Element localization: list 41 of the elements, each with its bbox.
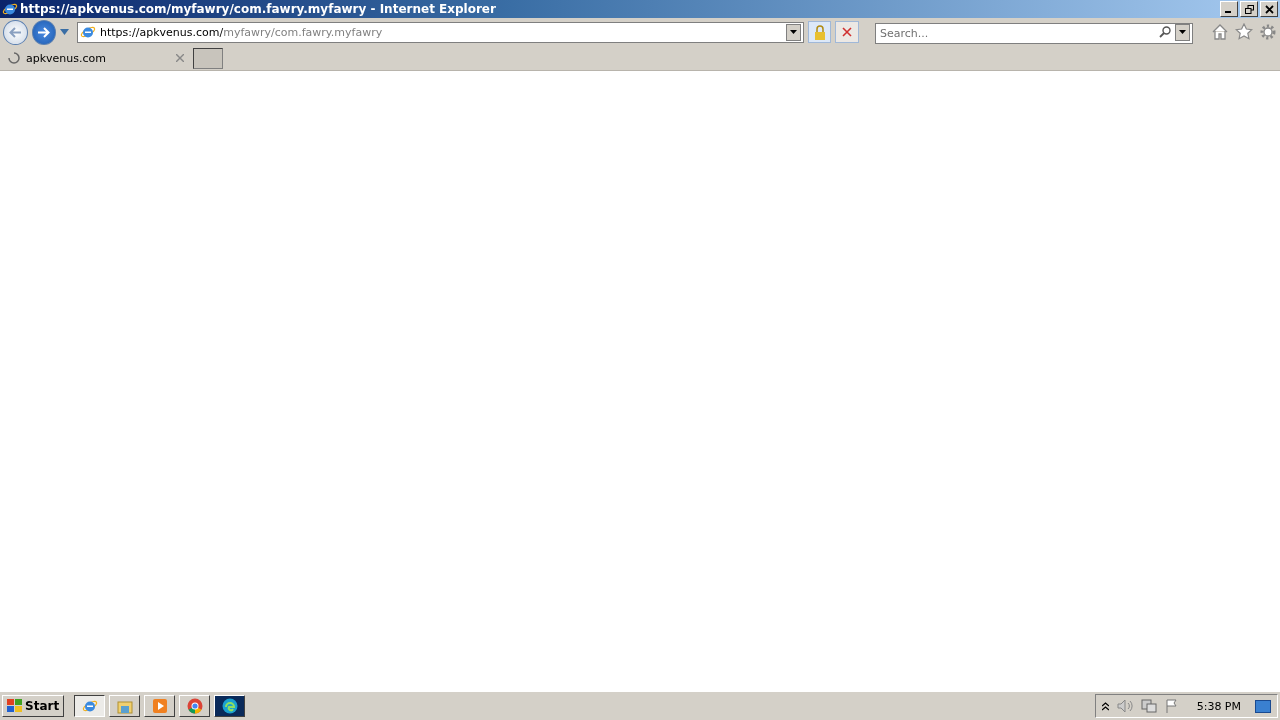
taskbar-button[interactable] (74, 695, 106, 717)
star-icon[interactable] (1235, 23, 1253, 41)
tab-title: apkvenus.com (26, 51, 108, 65)
search-icon[interactable] (1159, 26, 1171, 38)
minimize-button[interactable] (1220, 1, 1238, 17)
caret-icon (1179, 30, 1186, 34)
close-button[interactable] (1260, 1, 1278, 17)
arrow-left-icon (8, 26, 22, 38)
close-icon (1264, 4, 1274, 14)
search-field[interactable]: Search... (875, 22, 1193, 44)
restore-icon (1244, 4, 1254, 14)
windows-logo-icon (7, 699, 23, 713)
chrome-icon (186, 698, 203, 714)
edge-icon (221, 698, 238, 714)
internet-explorer-icon (80, 24, 96, 40)
play-icon (151, 698, 168, 714)
dropdown-arrow-icon[interactable] (60, 29, 69, 35)
forward-button[interactable] (31, 19, 57, 45)
internet-explorer-icon (81, 698, 98, 714)
show-desktop-icon[interactable] (1255, 699, 1271, 713)
window-title: https://apkvenus.com/myfawry/com.fawry.myfawry - Internet Explorer (20, 2, 497, 16)
restore-button[interactable] (1240, 1, 1258, 17)
start-button[interactable]: Start (2, 695, 65, 717)
caret-icon (789, 30, 797, 34)
chevron-up-icon[interactable] (1101, 701, 1109, 711)
x-icon (842, 27, 853, 37)
address-dropdown-button[interactable] (785, 23, 801, 41)
address-bar[interactable]: https://apkvenus.com/myfawry/com.fawry.myfawry (77, 21, 804, 43)
back-button[interactable] (3, 19, 28, 45)
url-text: https://apkvenus.com/myfawry/com.fawry.myfawry (100, 25, 384, 39)
home-icon[interactable] (1211, 23, 1229, 41)
stop-button[interactable] (835, 21, 859, 43)
padlock-icon (813, 24, 826, 40)
flag-icon[interactable] (1164, 699, 1179, 713)
settings-icon[interactable] (1259, 23, 1277, 41)
clock: 5:38 PM (1196, 699, 1241, 713)
arrow-right-icon (37, 26, 51, 38)
folder-icon (116, 698, 133, 714)
network-icon[interactable] (1140, 699, 1157, 713)
new-tab-button[interactable] (193, 47, 223, 69)
internet-explorer-icon (2, 1, 18, 17)
